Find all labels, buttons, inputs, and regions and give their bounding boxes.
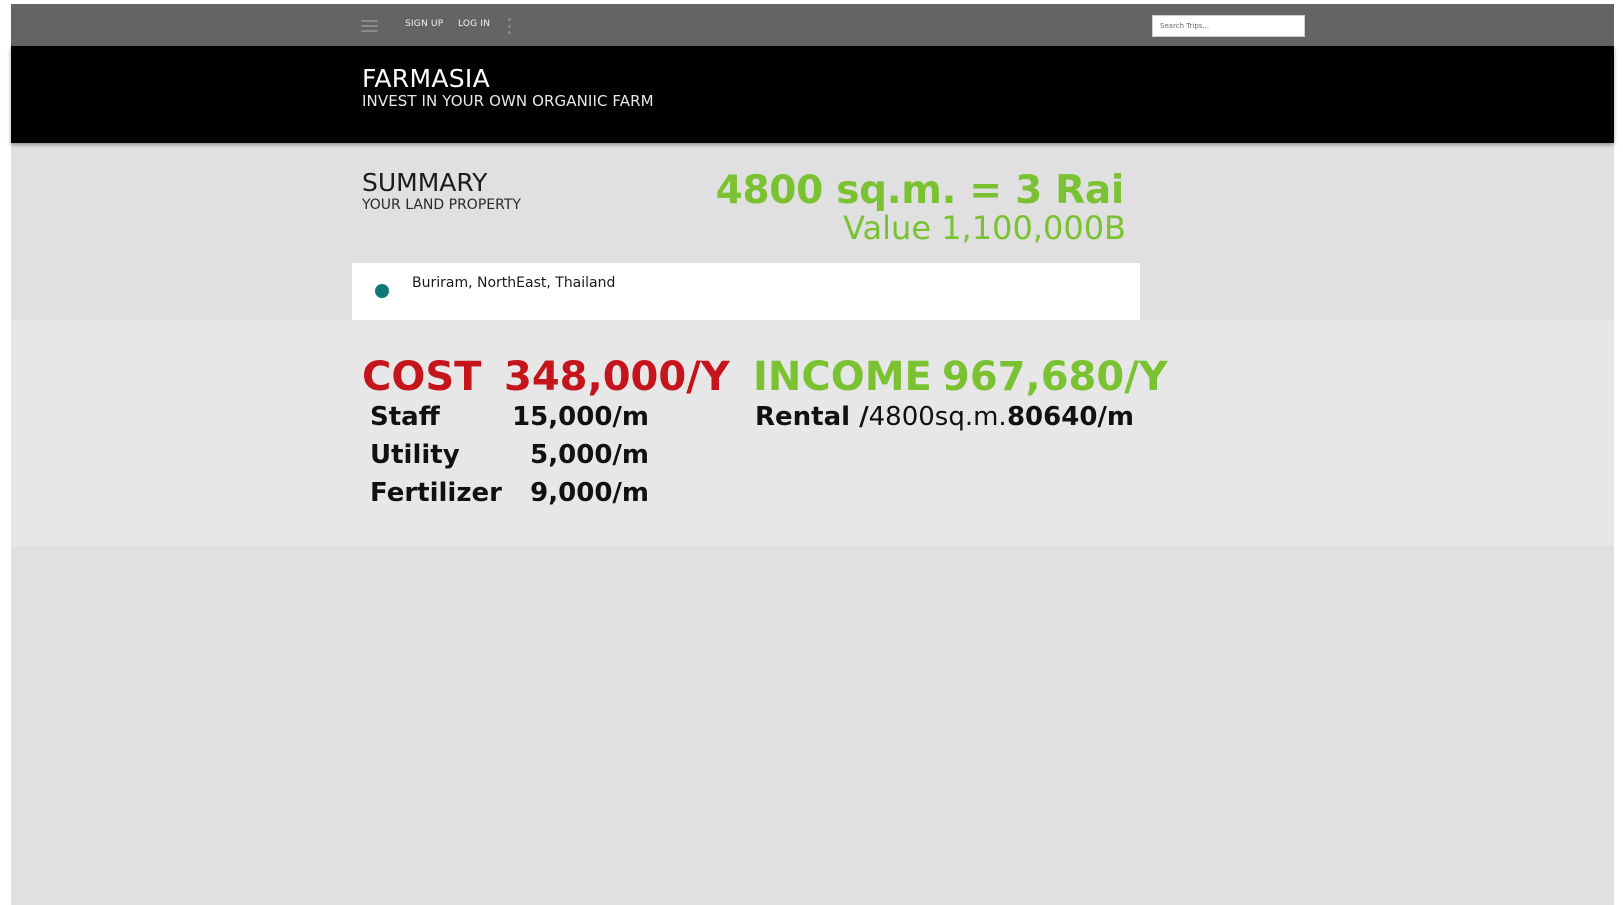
hamburger-menu-icon[interactable] — [361, 20, 378, 32]
search-input[interactable] — [1152, 15, 1305, 37]
income-label: INCOME — [753, 354, 932, 400]
income-total: 967,680/Y — [942, 354, 1168, 400]
summary-subtitle: YOUR LAND PROPERTY — [362, 197, 521, 213]
page-frame: SIGN UP LOG IN FARMASIA INVEST IN YOUR O… — [11, 4, 1614, 905]
location-card: Buriram, NorthEast, Thailand — [352, 263, 1140, 326]
rental-unit: 4800sq.m. — [868, 402, 1007, 432]
cost-label: COST — [362, 354, 482, 400]
cost-total: 348,000/Y — [504, 354, 730, 400]
location-dot-icon — [375, 284, 389, 298]
more-vert-icon[interactable] — [507, 18, 511, 34]
cost-item-value: 9,000/m — [530, 478, 649, 508]
top-nav-bar: SIGN UP LOG IN — [11, 4, 1614, 46]
rental-prefix: Rental / — [755, 402, 869, 432]
cost-item-label: Staff — [370, 402, 440, 432]
brand-title: FARMASIA — [362, 64, 490, 93]
summary-title: SUMMARY — [362, 168, 488, 197]
cost-item-label: Utility — [370, 440, 460, 470]
rental-value: 80640/m — [1006, 402, 1134, 432]
finance-section: COST 348,000/Y INCOME 967,680/Y Staff 15… — [11, 320, 1614, 546]
brand-tagline: INVEST IN YOUR OWN ORGANIIC FARM — [362, 92, 654, 110]
cost-item-value: 5,000/m — [530, 440, 649, 470]
land-area-headline: 4800 sq.m. = 3 Rai — [715, 168, 1125, 213]
cost-item-value: 15,000/m — [512, 402, 649, 432]
cost-item-label: Fertilizer — [370, 478, 502, 508]
hero-header: FARMASIA INVEST IN YOUR OWN ORGANIIC FAR… — [11, 46, 1614, 143]
land-value: Value 1,100,000B — [843, 209, 1126, 247]
rental-label: Rental /4800sq.m. — [755, 402, 1007, 432]
location-text: Buriram, NorthEast, Thailand — [412, 275, 616, 291]
login-link[interactable]: LOG IN — [458, 19, 490, 29]
signup-link[interactable]: SIGN UP — [405, 19, 443, 29]
